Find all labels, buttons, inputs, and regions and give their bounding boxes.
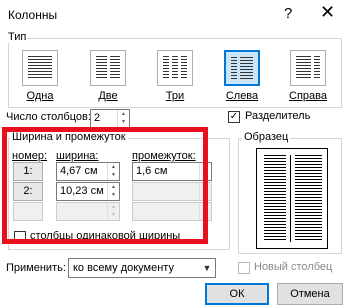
two-columns-icon (96, 56, 120, 80)
chevron-down-icon[interactable]: ▼ (199, 259, 215, 277)
preset-three-button[interactable] (157, 50, 193, 86)
separator-checkbox[interactable]: ✓ (228, 111, 240, 123)
sample-preview (256, 148, 328, 249)
ok-button[interactable]: ОК (205, 283, 269, 305)
new-column-checkbox (238, 262, 250, 274)
one-column-icon (28, 56, 52, 80)
preset-two-button[interactable] (90, 50, 126, 86)
preset-one-label: Одна (26, 90, 54, 102)
help-button[interactable]: ? (284, 5, 292, 22)
window-title: Колонны (8, 8, 58, 22)
num-columns-spinner[interactable]: 2 ▲ ▼ (90, 109, 130, 128)
close-button[interactable]: ✕ (320, 2, 335, 23)
title-bar: Колонны ? ✕ (0, 0, 350, 30)
sample-label: Образец (242, 131, 291, 143)
preset-right-button[interactable] (290, 50, 326, 86)
three-columns-icon (163, 56, 187, 80)
new-column-label: Новый столбец (254, 261, 333, 273)
highlight-frame (2, 127, 208, 244)
apply-label: Применить: (6, 262, 66, 274)
left-column-icon (231, 57, 253, 79)
spinner-arrows-icon[interactable]: ▲ ▼ (117, 110, 129, 127)
preset-two-label: Две (98, 90, 118, 102)
separator-label: Разделитель (245, 110, 311, 122)
preset-one-button[interactable] (22, 50, 58, 86)
cancel-button[interactable]: Отмена (277, 283, 343, 305)
right-column-icon (296, 56, 320, 80)
preset-left-button[interactable] (224, 50, 260, 86)
preset-left-label: Слева (225, 90, 259, 102)
columns-dialog: Колонны ? ✕ Тип Одна Две Три Слева Справ… (0, 0, 350, 307)
preset-three-label: Три (165, 90, 185, 102)
type-group-label: Тип (6, 31, 29, 43)
num-columns-label: Число столбцов: (6, 111, 91, 123)
preset-right-label: Справа (289, 90, 327, 102)
apply-select[interactable]: ко всему документу ▼ (68, 258, 216, 278)
